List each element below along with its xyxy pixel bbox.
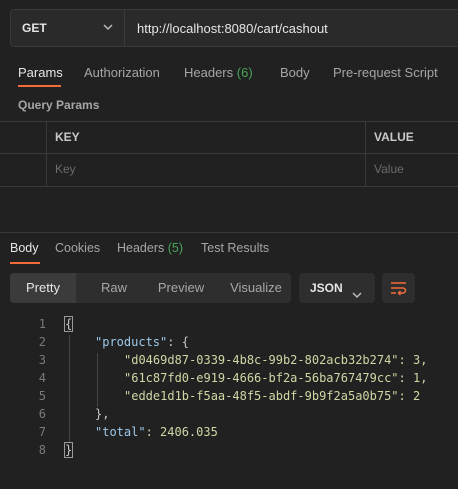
tab-test-results[interactable]: Test Results <box>201 241 269 255</box>
view-visualize-button[interactable]: Visualize <box>220 273 291 303</box>
json-value: : 1, <box>398 371 428 385</box>
indent-guide <box>97 353 98 407</box>
tab-label: Headers <box>184 65 234 80</box>
active-tab-indicator <box>18 85 61 87</box>
headers-count-badge: (5) <box>167 241 184 255</box>
url-input[interactable]: http://localhost:8080/cart/cashout <box>124 9 458 47</box>
tab-label: Body <box>280 65 310 80</box>
response-body-viewer[interactable]: 1 { 2 "products": { 3 "d0469d87-0339-4b8… <box>0 314 458 464</box>
tab-label: Pre-request Script <box>333 65 438 80</box>
format-select[interactable]: JSON <box>299 273 375 303</box>
method-label: GET <box>22 21 47 35</box>
json-key: "products" <box>95 335 168 349</box>
line-number: 7 <box>38 425 46 439</box>
json-punctuation: : { <box>167 335 189 349</box>
json-key: "61c87fd0-e919-4666-bf2a-56ba767479cc" <box>124 371 399 385</box>
tab-label: Body <box>10 241 39 255</box>
method-select[interactable]: GET <box>10 9 124 47</box>
json-value: : 3, <box>398 353 428 367</box>
table-divider <box>46 121 47 187</box>
code-line: "total": 2406.035 <box>95 425 218 439</box>
line-number: 5 <box>38 389 46 403</box>
tab-cookies[interactable]: Cookies <box>55 241 100 255</box>
url-text: http://localhost:8080/cart/cashout <box>137 20 328 36</box>
line-number: 8 <box>38 443 46 457</box>
close-brace: } <box>63 442 74 458</box>
table-border <box>0 153 458 154</box>
table-border <box>0 121 458 122</box>
column-header-value: VALUE <box>374 130 414 144</box>
active-tab-indicator <box>10 262 40 264</box>
code-line: }, <box>95 407 110 421</box>
tab-label: Test Results <box>201 241 270 255</box>
tab-authorization[interactable]: Authorization <box>84 65 160 80</box>
line-number: 3 <box>38 353 46 367</box>
pane-divider[interactable] <box>0 232 458 233</box>
line-number: 2 <box>38 335 46 349</box>
response-tabs: Body Cookies Headers (5) Test Results <box>0 241 458 267</box>
json-key: "total" <box>95 425 146 439</box>
value-input[interactable]: Value <box>374 162 404 176</box>
open-brace: { <box>63 316 74 332</box>
view-preview-button[interactable]: Preview <box>142 273 220 303</box>
tab-params[interactable]: Params <box>18 65 63 80</box>
key-input[interactable]: Key <box>55 162 76 176</box>
view-pretty-button[interactable]: Pretty <box>10 273 76 303</box>
tab-headers[interactable]: Headers (6) <box>184 65 253 80</box>
chevron-down-icon <box>102 21 114 36</box>
indent-guide <box>69 335 70 443</box>
code-line: "61c87fd0-e919-4666-bf2a-56ba767479cc": … <box>124 371 427 385</box>
wrap-lines-button[interactable] <box>382 273 415 303</box>
query-params-table: KEY VALUE Key Value <box>0 121 458 187</box>
tab-label: Authorization <box>84 65 160 80</box>
json-value: : 2 <box>398 389 421 403</box>
code-line: "edde1d1b-f5aa-48f5-abdf-9b9f2a5a0b75": … <box>124 389 420 403</box>
tab-body[interactable]: Body <box>280 65 310 80</box>
tab-label: Headers <box>117 241 165 255</box>
tab-response-body[interactable]: Body <box>10 241 39 255</box>
query-params-title: Query Params <box>18 98 100 112</box>
code-line: "d0469d87-0339-4b8c-99b2-802acb32b274": … <box>124 353 427 367</box>
tab-pre-request-script[interactable]: Pre-request Script <box>333 65 438 80</box>
chevron-down-icon <box>351 282 363 312</box>
code-line: } <box>63 442 74 458</box>
line-number: 4 <box>38 371 46 385</box>
line-number: 1 <box>38 317 46 331</box>
view-raw-button[interactable]: Raw <box>76 273 152 303</box>
wrap-lines-icon <box>391 282 407 296</box>
table-border <box>0 186 458 187</box>
view-mode-segmented-control: Pretty Raw Preview Visualize <box>10 273 291 303</box>
request-tabs: Params Authorization Headers (6) Body Pr… <box>0 60 458 87</box>
headers-count-badge: (6) <box>236 65 253 80</box>
column-header-key: KEY <box>55 130 80 144</box>
tab-label: Params <box>18 65 63 80</box>
tab-label: Cookies <box>55 241 101 255</box>
tab-response-headers[interactable]: Headers (5) <box>117 241 183 255</box>
line-number: 6 <box>38 407 46 421</box>
json-key: "d0469d87-0339-4b8c-99b2-802acb32b274" <box>124 353 399 367</box>
json-key: "edde1d1b-f5aa-48f5-abdf-9b9f2a5a0b75" <box>124 389 399 403</box>
json-value: : 2406.035 <box>145 425 218 439</box>
format-label: JSON <box>310 281 343 295</box>
table-divider <box>365 121 366 187</box>
code-line: "products": { <box>95 335 189 349</box>
code-line: { <box>63 316 74 332</box>
